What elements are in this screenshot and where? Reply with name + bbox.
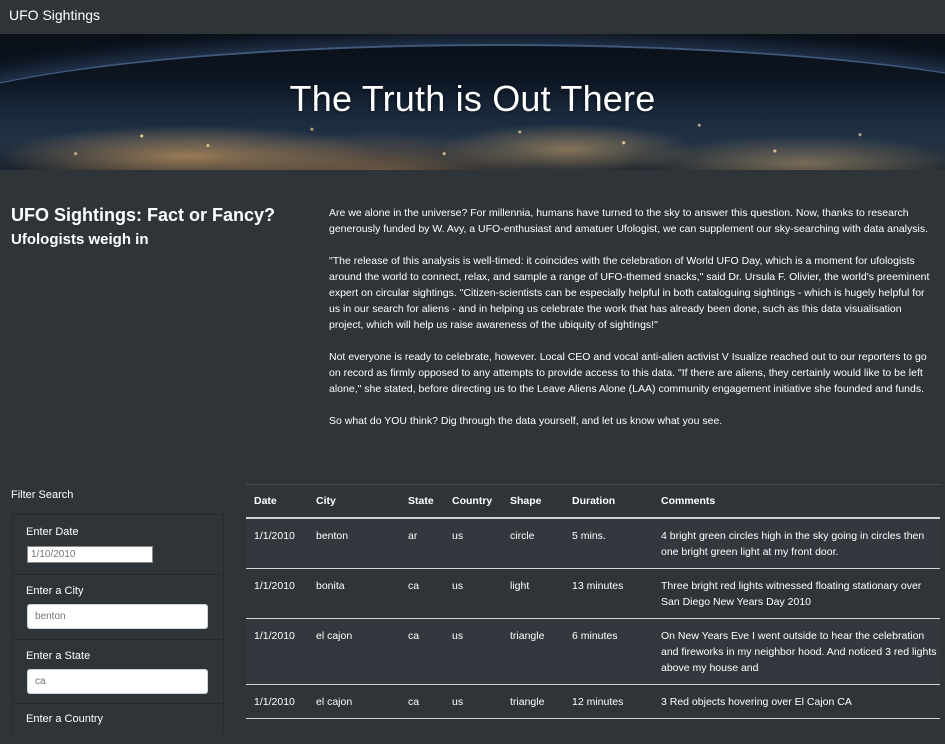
cell-country: us: [444, 518, 502, 569]
column-header-comments: Comments: [653, 484, 940, 519]
table-row: 1/1/2010 bonita ca us light 13 minutes T…: [246, 568, 940, 619]
cell-duration: 6 minutes: [564, 618, 653, 685]
table-row: 1/1/2010 el cajon ca us triangle 6 minut…: [246, 618, 940, 685]
column-header-city: City: [308, 484, 400, 519]
cell-date: 1/1/2010: [246, 618, 308, 685]
navbar-brand-link[interactable]: UFO Sightings: [9, 7, 100, 23]
article-paragraph: Are we alone in the universe? For millen…: [329, 207, 929, 235]
cell-country: us: [444, 684, 502, 719]
cell-shape: triangle: [502, 618, 564, 685]
table-row: 1/1/2010 el cajon ca us triangle 12 minu…: [246, 684, 940, 719]
cell-comments: 3 Red objects hovering over El Cajon CA: [653, 684, 940, 719]
column-header-date: Date: [246, 484, 308, 519]
country-label: Enter a Country: [26, 713, 104, 725]
intro-subtitle: Ufologists weigh in: [11, 231, 149, 248]
filter-group-city: Enter a City: [13, 574, 223, 640]
date-label: Enter Date: [26, 526, 79, 538]
ufo-table-container: Date City State Country Shape Duration C…: [246, 484, 940, 719]
article-body: Are we alone in the universe? For millen…: [329, 205, 934, 445]
city-input[interactable]: [27, 604, 208, 629]
cell-comments: Three bright red lights witnessed floati…: [653, 568, 940, 619]
filter-group-date: Enter Date: [13, 514, 223, 575]
state-input[interactable]: [27, 669, 208, 694]
date-input[interactable]: [27, 546, 153, 563]
cell-city: el cajon: [308, 618, 400, 685]
hero-title: The Truth is Out There: [289, 78, 656, 119]
table-row: 1/1/2010 benton ar us circle 5 mins. 4 b…: [246, 518, 940, 569]
column-header-duration: Duration: [564, 484, 653, 519]
column-header-country: Country: [444, 484, 502, 519]
cell-date: 1/1/2010: [246, 568, 308, 619]
column-header-state: State: [400, 484, 444, 519]
filter-group-state: Enter a State: [13, 639, 223, 704]
cell-state: ar: [400, 518, 444, 569]
article-paragraph: So what do YOU think? Dig through the da…: [329, 415, 723, 427]
cell-state: ca: [400, 684, 444, 719]
cell-state: ca: [400, 618, 444, 685]
city-label: Enter a City: [26, 585, 84, 597]
filter-search-title: Filter Search: [11, 489, 74, 501]
article-paragraph: Not everyone is ready to celebrate, howe…: [329, 351, 927, 395]
cell-city: el cajon: [308, 684, 400, 719]
navbar: UFO Sightings: [0, 0, 945, 35]
cell-duration: 13 minutes: [564, 568, 653, 619]
cell-comments: On New Years Eve I went outside to hear …: [653, 618, 940, 685]
hero-banner: The Truth is Out There: [0, 34, 945, 170]
cell-country: us: [444, 618, 502, 685]
cell-shape: triangle: [502, 684, 564, 719]
cell-country: us: [444, 568, 502, 619]
cell-duration: 5 mins.: [564, 518, 653, 569]
ufo-table: Date City State Country Shape Duration C…: [246, 484, 940, 719]
intro-title: UFO Sightings: Fact or Fancy?: [11, 205, 276, 225]
cell-shape: circle: [502, 518, 564, 569]
cell-city: benton: [308, 518, 400, 569]
cell-state: ca: [400, 568, 444, 619]
cell-duration: 12 minutes: [564, 684, 653, 719]
cell-date: 1/1/2010: [246, 684, 308, 719]
cell-city: bonita: [308, 568, 400, 619]
article-paragraph: "The release of this analysis is well-ti…: [329, 255, 930, 331]
cell-date: 1/1/2010: [246, 518, 308, 569]
cell-comments: 4 bright green circles high in the sky g…: [653, 518, 940, 569]
state-label: Enter a State: [26, 650, 91, 662]
cell-shape: light: [502, 568, 564, 619]
filter-panel: Enter Date Enter a City Enter a State En…: [12, 514, 224, 734]
table-header-row: Date City State Country Shape Duration C…: [246, 484, 940, 519]
column-header-shape: Shape: [502, 484, 564, 519]
